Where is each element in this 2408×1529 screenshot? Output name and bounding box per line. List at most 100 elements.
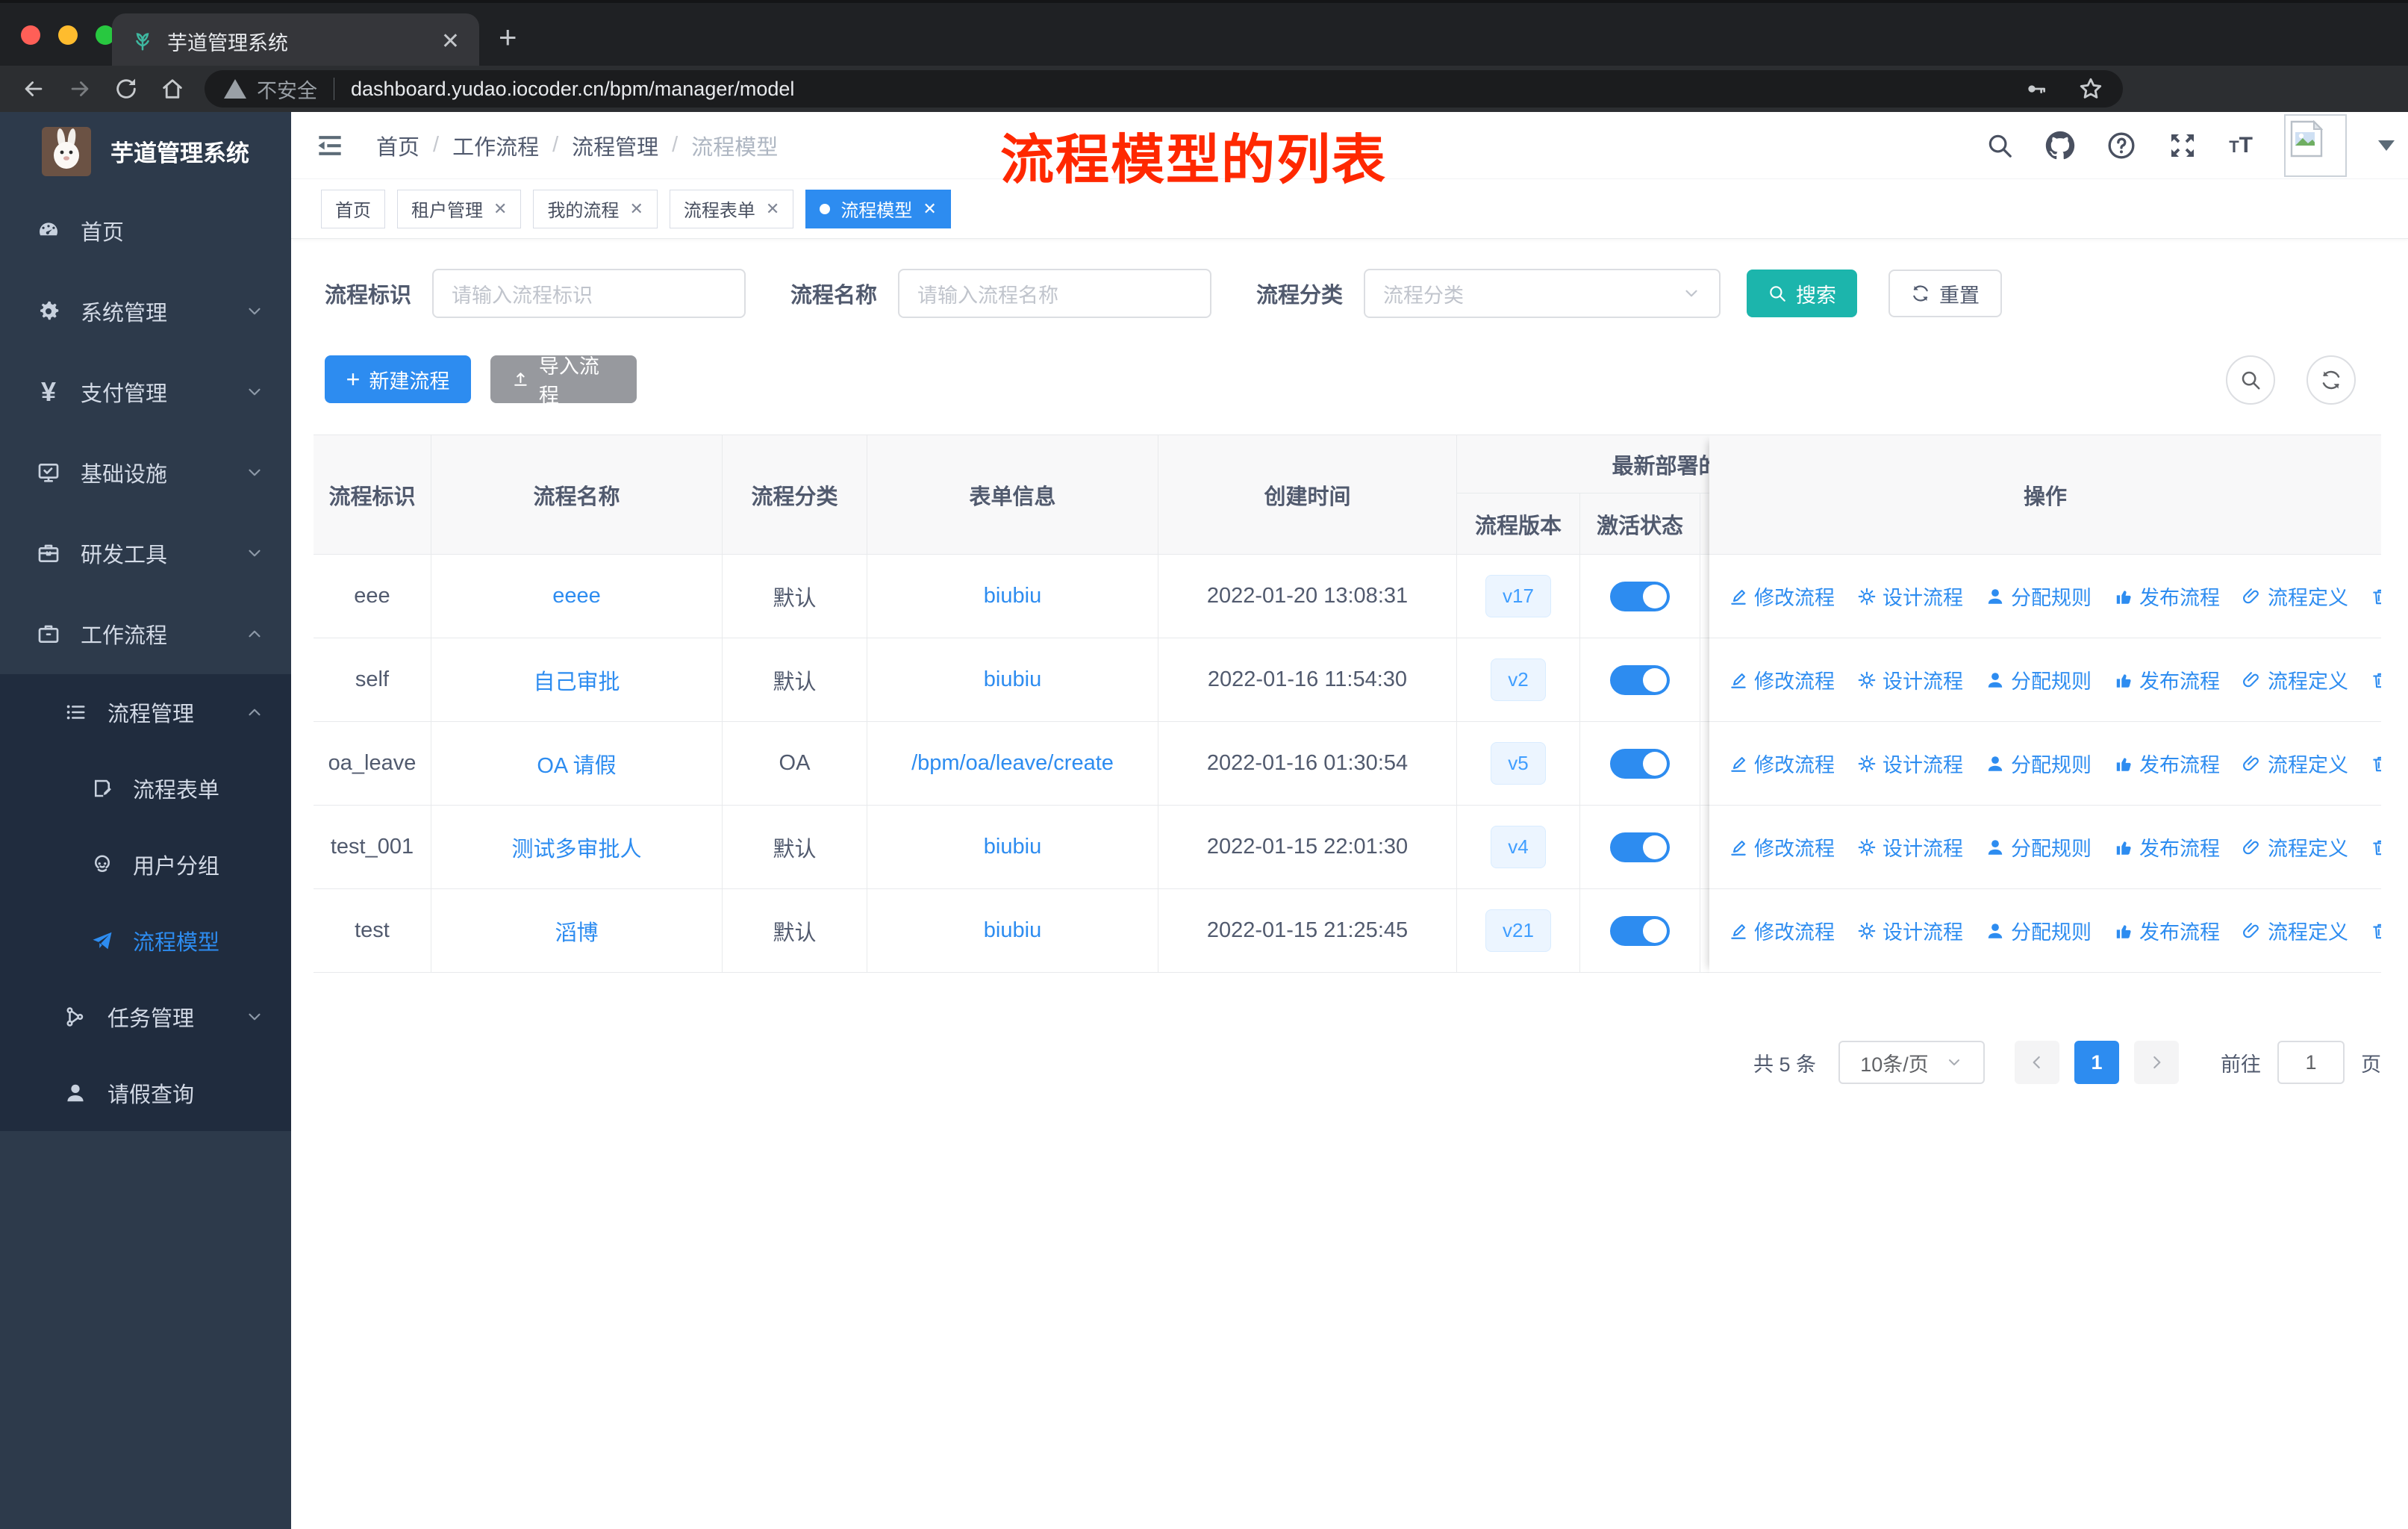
tag-home[interactable]: 首页 bbox=[321, 189, 385, 228]
import-process-button[interactable]: 导入流程 bbox=[490, 355, 637, 407]
action-gear[interactable]: 设计流程 bbox=[1857, 749, 1963, 778]
sidebar-item-system[interactable]: 系统管理 bbox=[0, 271, 291, 352]
tag-close-icon[interactable]: ✕ bbox=[629, 199, 643, 219]
goto-page-input[interactable]: 1 bbox=[2277, 1041, 2345, 1084]
action-trash[interactable]: 删除 bbox=[2371, 916, 2381, 945]
menu-fold-icon[interactable] bbox=[314, 129, 346, 162]
show-search-button[interactable] bbox=[2226, 355, 2275, 405]
help-icon[interactable] bbox=[2106, 131, 2136, 161]
back-icon[interactable] bbox=[21, 76, 46, 102]
sidebar-item-user-group[interactable]: 用户分组 bbox=[0, 826, 291, 903]
action-clip[interactable]: 流程定义 bbox=[2242, 916, 2348, 945]
action-clip[interactable]: 流程定义 bbox=[2242, 832, 2348, 862]
action-user[interactable]: 分配规则 bbox=[1986, 916, 2092, 945]
tag-my-process[interactable]: 我的流程 ✕ bbox=[533, 189, 658, 228]
form-info-link[interactable]: biubiu bbox=[984, 667, 1041, 692]
tag-close-icon[interactable]: ✕ bbox=[493, 199, 507, 219]
url-text[interactable]: dashboard.yudao.iocoder.cn/bpm/manager/m… bbox=[351, 78, 2024, 101]
sidebar-item-process-form[interactable]: 流程表单 bbox=[0, 750, 291, 826]
action-clip[interactable]: 流程定义 bbox=[2242, 582, 2348, 611]
version-badge[interactable]: v21 bbox=[1485, 909, 1551, 952]
action-trash[interactable]: 删除 bbox=[2371, 582, 2381, 611]
current-page-button[interactable]: 1 bbox=[2074, 1041, 2119, 1084]
form-info-link[interactable]: biubiu bbox=[984, 835, 1041, 859]
version-badge[interactable]: v17 bbox=[1485, 575, 1551, 617]
sidebar-item-infra[interactable]: 基础设施 bbox=[0, 432, 291, 513]
user-menu-caret-icon[interactable] bbox=[2378, 140, 2395, 151]
action-edit[interactable]: 修改流程 bbox=[1729, 832, 1835, 862]
version-badge[interactable]: v4 bbox=[1491, 826, 1546, 868]
action-clip[interactable]: 流程定义 bbox=[2242, 749, 2348, 778]
active-toggle[interactable] bbox=[1610, 664, 1670, 695]
breadcrumb-item[interactable]: 流程管理 bbox=[572, 130, 658, 161]
tag-close-icon[interactable]: ✕ bbox=[923, 199, 936, 219]
breadcrumb-item[interactable]: 首页 bbox=[376, 130, 419, 161]
action-edit[interactable]: 修改流程 bbox=[1729, 749, 1835, 778]
sidebar-item-payment[interactable]: ¥ 支付管理 bbox=[0, 352, 291, 432]
action-thumb[interactable]: 发布流程 bbox=[2114, 749, 2220, 778]
browser-tab[interactable]: 芋道管理系统 ✕ bbox=[112, 13, 479, 69]
action-thumb[interactable]: 发布流程 bbox=[2114, 832, 2220, 862]
action-user[interactable]: 分配规则 bbox=[1986, 832, 2092, 862]
reset-button[interactable]: 重置 bbox=[1888, 270, 2003, 317]
tab-close-icon[interactable]: ✕ bbox=[441, 28, 460, 55]
sidebar-item-home[interactable]: 首页 bbox=[0, 190, 291, 271]
active-toggle[interactable] bbox=[1610, 915, 1670, 946]
close-window-button[interactable] bbox=[21, 25, 40, 45]
action-gear[interactable]: 设计流程 bbox=[1857, 916, 1963, 945]
process-name-link[interactable]: 自己审批 bbox=[533, 664, 620, 696]
form-info-link[interactable]: biubiu bbox=[984, 918, 1041, 943]
action-thumb[interactable]: 发布流程 bbox=[2114, 665, 2220, 694]
sidebar-item-process-mgmt[interactable]: 流程管理 bbox=[0, 674, 291, 750]
key-icon[interactable] bbox=[2024, 77, 2048, 101]
action-trash[interactable]: 删除 bbox=[2371, 832, 2381, 862]
action-user[interactable]: 分配规则 bbox=[1986, 665, 2092, 694]
sidebar-item-process-model[interactable]: 流程模型 bbox=[0, 903, 291, 979]
breadcrumb-item[interactable]: 工作流程 bbox=[452, 130, 539, 161]
action-trash[interactable]: 删除 bbox=[2371, 749, 2381, 778]
tag-process-form[interactable]: 流程表单 ✕ bbox=[669, 189, 794, 228]
page-size-select[interactable]: 10条/页 bbox=[1838, 1041, 1985, 1084]
sidebar-item-devtools[interactable]: 研发工具 bbox=[0, 513, 291, 594]
form-info-link[interactable]: /bpm/oa/leave/create bbox=[911, 751, 1114, 776]
action-user[interactable]: 分配规则 bbox=[1986, 749, 2092, 778]
active-toggle[interactable] bbox=[1610, 581, 1670, 611]
process-name-input[interactable]: 请输入流程名称 bbox=[898, 269, 1212, 318]
action-gear[interactable]: 设计流程 bbox=[1857, 832, 1963, 862]
active-toggle[interactable] bbox=[1610, 748, 1670, 779]
action-clip[interactable]: 流程定义 bbox=[2242, 665, 2348, 694]
sidebar-item-workflow[interactable]: 工作流程 bbox=[0, 594, 291, 674]
home-icon[interactable] bbox=[160, 76, 185, 102]
search-button[interactable]: 搜索 bbox=[1747, 270, 1858, 317]
version-badge[interactable]: v2 bbox=[1491, 658, 1546, 701]
new-tab-button[interactable]: + bbox=[499, 19, 517, 55]
form-info-link[interactable]: biubiu bbox=[984, 584, 1041, 608]
forward-icon[interactable] bbox=[67, 76, 93, 102]
refresh-table-button[interactable] bbox=[2306, 355, 2356, 405]
user-avatar[interactable] bbox=[2284, 114, 2347, 177]
category-select[interactable]: 流程分类 bbox=[1364, 269, 1721, 318]
next-page-button[interactable] bbox=[2134, 1041, 2179, 1084]
version-badge[interactable]: v5 bbox=[1491, 742, 1546, 785]
tag-tenant[interactable]: 租户管理 ✕ bbox=[397, 189, 522, 228]
prev-page-button[interactable] bbox=[2015, 1041, 2059, 1084]
action-edit[interactable]: 修改流程 bbox=[1729, 665, 1835, 694]
action-user[interactable]: 分配规则 bbox=[1986, 582, 2092, 611]
fullscreen-icon[interactable] bbox=[2168, 131, 2198, 161]
action-thumb[interactable]: 发布流程 bbox=[2114, 582, 2220, 611]
search-icon[interactable] bbox=[1986, 131, 2014, 160]
tag-process-model[interactable]: 流程模型 ✕ bbox=[805, 189, 951, 228]
action-trash[interactable]: 删除 bbox=[2371, 665, 2381, 694]
github-icon[interactable] bbox=[2045, 131, 2075, 161]
window-controls[interactable] bbox=[21, 25, 115, 45]
new-process-button[interactable]: + 新建流程 bbox=[325, 355, 471, 403]
tag-close-icon[interactable]: ✕ bbox=[766, 199, 779, 219]
action-gear[interactable]: 设计流程 bbox=[1857, 665, 1963, 694]
process-name-link[interactable]: OA 请假 bbox=[537, 748, 616, 779]
process-name-link[interactable]: 滔博 bbox=[555, 915, 598, 947]
reload-icon[interactable] bbox=[113, 76, 139, 102]
url-bar[interactable]: 不安全 dashboard.yudao.iocoder.cn/bpm/manag… bbox=[205, 70, 2123, 108]
bookmark-star-icon[interactable] bbox=[2078, 76, 2103, 102]
action-edit[interactable]: 修改流程 bbox=[1729, 916, 1835, 945]
active-toggle[interactable] bbox=[1610, 832, 1670, 862]
